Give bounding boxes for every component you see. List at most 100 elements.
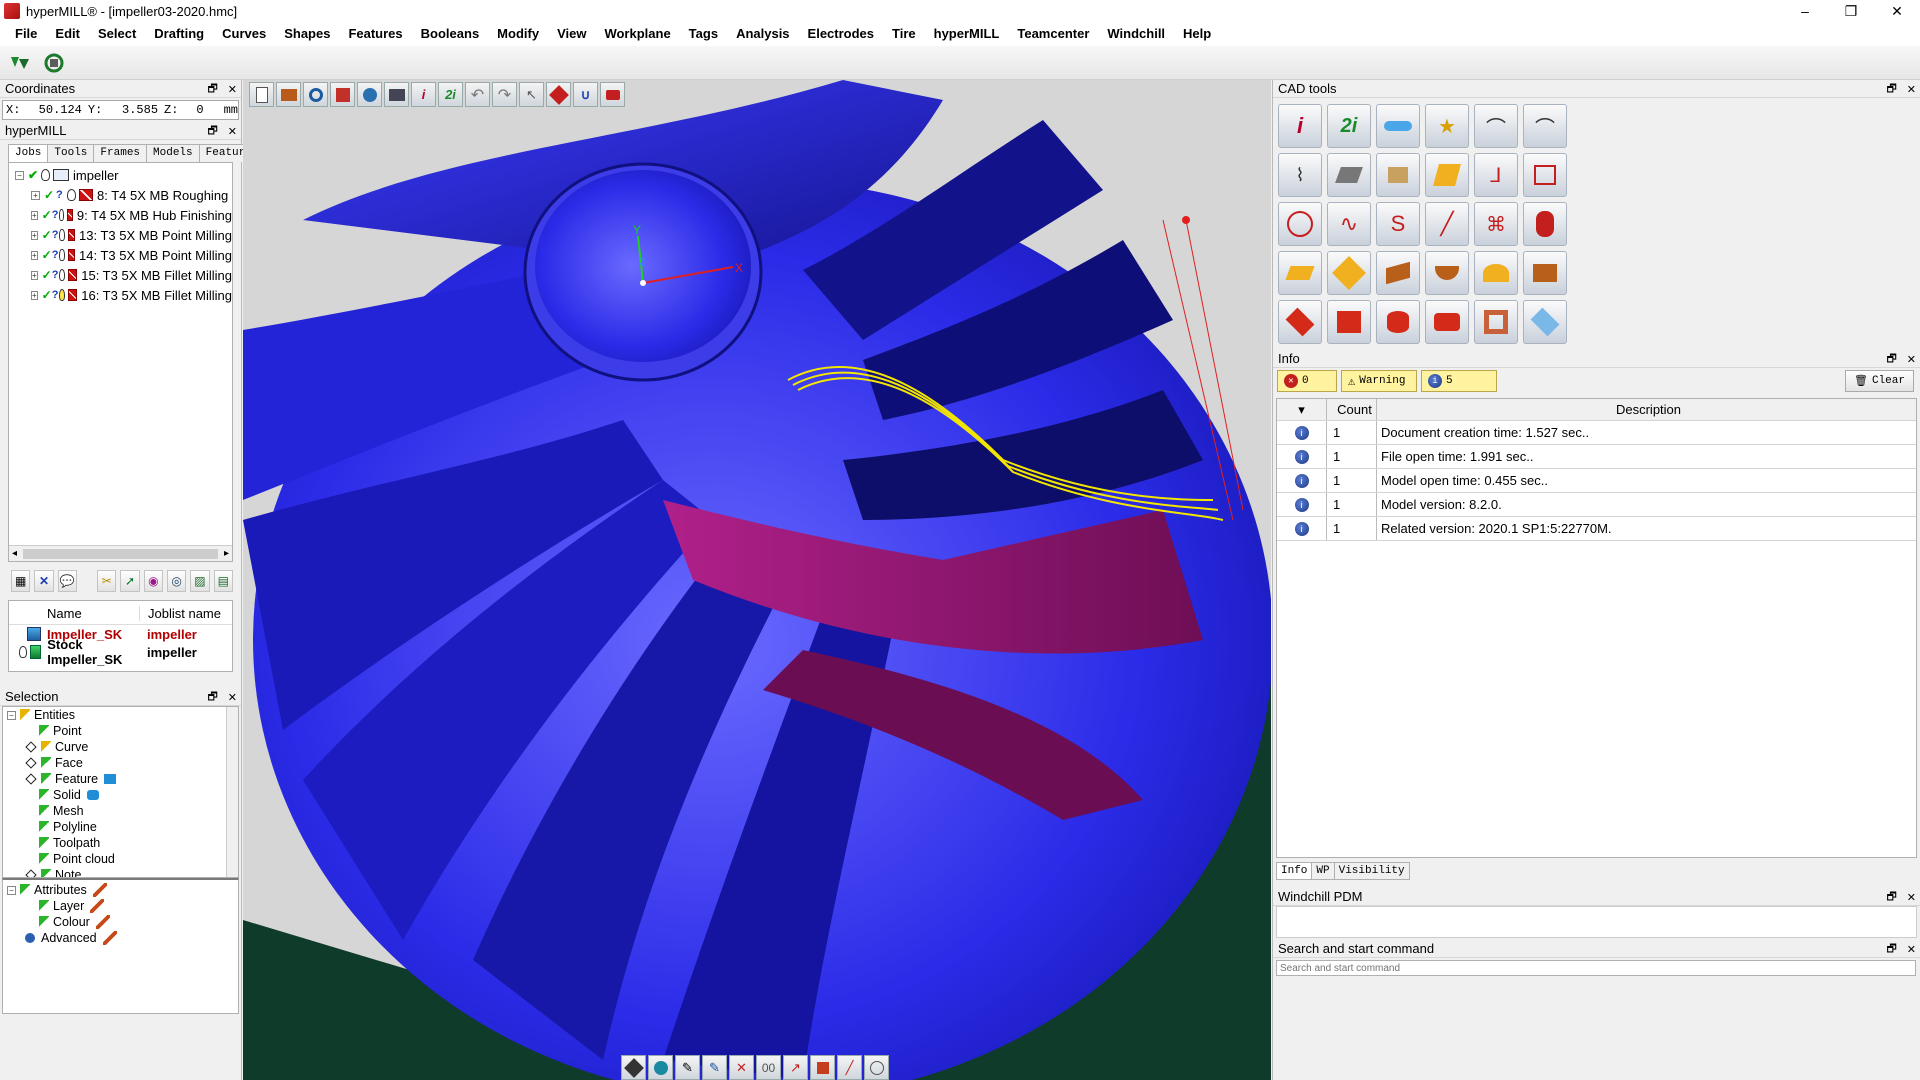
close-icon[interactable]: ✕ bbox=[228, 125, 237, 138]
tree-job[interactable]: + ✓? 13: T3 5X MB Point Milling bbox=[9, 225, 232, 245]
select-filter-button[interactable] bbox=[6, 50, 34, 76]
menu-shapes[interactable]: Shapes bbox=[275, 22, 339, 46]
menu-booleans[interactable]: Booleans bbox=[412, 22, 489, 46]
refresh-button[interactable] bbox=[40, 50, 68, 76]
delete-icon[interactable]: ✕ bbox=[34, 570, 54, 592]
generate-icon[interactable]: ✂ bbox=[97, 570, 117, 592]
star-info-tool-icon[interactable]: ★ bbox=[1425, 104, 1469, 148]
float-icon[interactable]: 🗗 bbox=[1886, 940, 1896, 959]
jobs-hscrollbar[interactable]: ◂ ▸ bbox=[9, 545, 232, 561]
spline-tool-icon[interactable]: ∿ bbox=[1327, 202, 1371, 246]
bulb-icon[interactable] bbox=[59, 249, 65, 261]
float-icon[interactable]: 🗗 bbox=[1886, 80, 1896, 99]
tab-visibility[interactable]: Visibility bbox=[1333, 862, 1410, 880]
glasses-tool-icon[interactable] bbox=[1376, 104, 1420, 148]
entity-item[interactable]: Point bbox=[3, 723, 238, 739]
scroll-right-icon[interactable]: ▸ bbox=[224, 548, 229, 559]
minimize-button[interactable]: – bbox=[1782, 0, 1828, 22]
info-i-icon[interactable]: i bbox=[411, 82, 436, 107]
scroll-left-icon[interactable]: ◂ bbox=[12, 548, 17, 559]
attribute-item[interactable]: Colour bbox=[3, 914, 238, 930]
expand-icon[interactable]: + bbox=[31, 230, 38, 240]
tab-models[interactable]: Models bbox=[146, 144, 200, 162]
attributes-node[interactable]: − Attributes bbox=[3, 882, 238, 898]
collapse-icon[interactable]: − bbox=[15, 170, 24, 180]
info-2i-tool-icon[interactable]: 2i bbox=[1327, 104, 1371, 148]
step-solid-tool-icon[interactable] bbox=[1327, 300, 1371, 344]
surface-tool-icon[interactable] bbox=[1425, 153, 1469, 197]
fill-surface-tool-icon[interactable] bbox=[1474, 251, 1518, 295]
transfer-icon[interactable]: ➚ bbox=[120, 570, 140, 592]
undo-icon[interactable]: ↶ bbox=[465, 82, 490, 107]
advanced-node[interactable]: Advanced bbox=[3, 930, 238, 946]
cylinder-solid-tool-icon[interactable] bbox=[1376, 300, 1420, 344]
entity-item[interactable]: Point cloud bbox=[3, 851, 238, 867]
menu-features[interactable]: Features bbox=[339, 22, 411, 46]
entities-node[interactable]: − Entities bbox=[3, 707, 238, 723]
table-row[interactable]: i 1 Document creation time: 1.527 sec.. bbox=[1277, 421, 1916, 445]
table-row[interactable]: i 1 Model version: 8.2.0. bbox=[1277, 493, 1916, 517]
bulb-on-icon[interactable] bbox=[59, 289, 66, 301]
col-count[interactable]: Count bbox=[1327, 399, 1377, 420]
tab-jobs[interactable]: Jobs bbox=[8, 144, 49, 163]
machine-sim-icon[interactable]: ◎ bbox=[167, 570, 187, 592]
expand-icon[interactable]: + bbox=[31, 210, 38, 220]
selection-vscrollbar[interactable] bbox=[226, 707, 238, 877]
close-icon[interactable]: ✕ bbox=[1907, 943, 1916, 956]
expand-icon[interactable]: + bbox=[31, 190, 40, 200]
bulb-icon[interactable] bbox=[19, 646, 27, 658]
brush-tool-icon[interactable]: ✎ bbox=[702, 1055, 727, 1080]
menu-teamcenter[interactable]: Teamcenter bbox=[1008, 22, 1098, 46]
tree-job[interactable]: + ✓? 16: T3 5X MB Fillet Milling bbox=[9, 285, 232, 305]
grid-icon[interactable] bbox=[864, 1055, 889, 1080]
close-icon[interactable]: ✕ bbox=[1907, 891, 1916, 904]
box-solid-tool-icon[interactable] bbox=[1278, 300, 1322, 344]
float-icon[interactable]: 🗗 bbox=[207, 80, 217, 99]
table-row[interactable]: i 1 File open time: 1.991 sec.. bbox=[1277, 445, 1916, 469]
menu-tags[interactable]: Tags bbox=[680, 22, 727, 46]
curve-point-tool-icon[interactable]: ⌒ bbox=[1474, 104, 1518, 148]
magnet-icon[interactable]: ∪ bbox=[573, 82, 598, 107]
entity-item[interactable]: Polyline bbox=[3, 819, 238, 835]
menu-electrodes[interactable]: Electrodes bbox=[799, 22, 883, 46]
table-row[interactable]: Stock Impeller_SK impeller bbox=[9, 637, 232, 667]
info-filter-button[interactable]: i 5 bbox=[1421, 370, 1497, 392]
float-icon[interactable]: 🗗 bbox=[1886, 888, 1896, 907]
drape-surface-tool-icon[interactable] bbox=[1523, 251, 1567, 295]
close-icon[interactable]: ✕ bbox=[228, 83, 237, 96]
attribute-item[interactable]: Layer bbox=[3, 898, 238, 914]
expand-icon[interactable]: + bbox=[31, 250, 38, 260]
menu-help[interactable]: Help bbox=[1174, 22, 1220, 46]
bulb-icon[interactable] bbox=[59, 269, 66, 281]
paint-icon[interactable]: ╱ bbox=[837, 1055, 862, 1080]
error-filter-button[interactable]: ✕ 0 bbox=[1277, 370, 1337, 392]
menu-select[interactable]: Select bbox=[89, 22, 145, 46]
measure-icon[interactable]: 00 bbox=[756, 1055, 781, 1080]
menu-workplane[interactable]: Workplane bbox=[595, 22, 679, 46]
float-icon[interactable]: 🗗 bbox=[207, 688, 217, 707]
close-icon[interactable]: ✕ bbox=[1907, 353, 1916, 366]
pen-icon[interactable]: ✎ bbox=[675, 1055, 700, 1080]
postprocess-icon[interactable]: ▨ bbox=[190, 570, 210, 592]
menu-tire[interactable]: Tire bbox=[883, 22, 925, 46]
offset-surface-tool-icon[interactable] bbox=[1278, 251, 1322, 295]
entity-item[interactable]: Feature bbox=[3, 771, 238, 787]
menu-analysis[interactable]: Analysis bbox=[727, 22, 798, 46]
circle-r-tool-icon[interactable] bbox=[1278, 202, 1322, 246]
entity-item[interactable]: Note bbox=[3, 867, 238, 877]
pointer-icon[interactable]: ↖ bbox=[519, 82, 544, 107]
tab-tools[interactable]: Tools bbox=[47, 144, 95, 162]
entity-item[interactable]: Solid bbox=[3, 787, 238, 803]
info-i-tool-icon[interactable]: i bbox=[1278, 104, 1322, 148]
section-icon[interactable] bbox=[810, 1055, 835, 1080]
shaded-view-icon[interactable] bbox=[546, 82, 571, 107]
menu-view[interactable]: View bbox=[548, 22, 595, 46]
tab-info[interactable]: Info bbox=[1276, 862, 1313, 880]
expand-icon[interactable]: + bbox=[31, 290, 38, 300]
frame-tool-icon[interactable] bbox=[1523, 153, 1567, 197]
scroll-thumb[interactable] bbox=[23, 548, 218, 559]
tab-frames[interactable]: Frames bbox=[93, 144, 148, 162]
save-icon[interactable] bbox=[330, 82, 355, 107]
maximize-button[interactable]: ❐ bbox=[1828, 0, 1874, 22]
col-description[interactable]: Description bbox=[1377, 399, 1916, 420]
